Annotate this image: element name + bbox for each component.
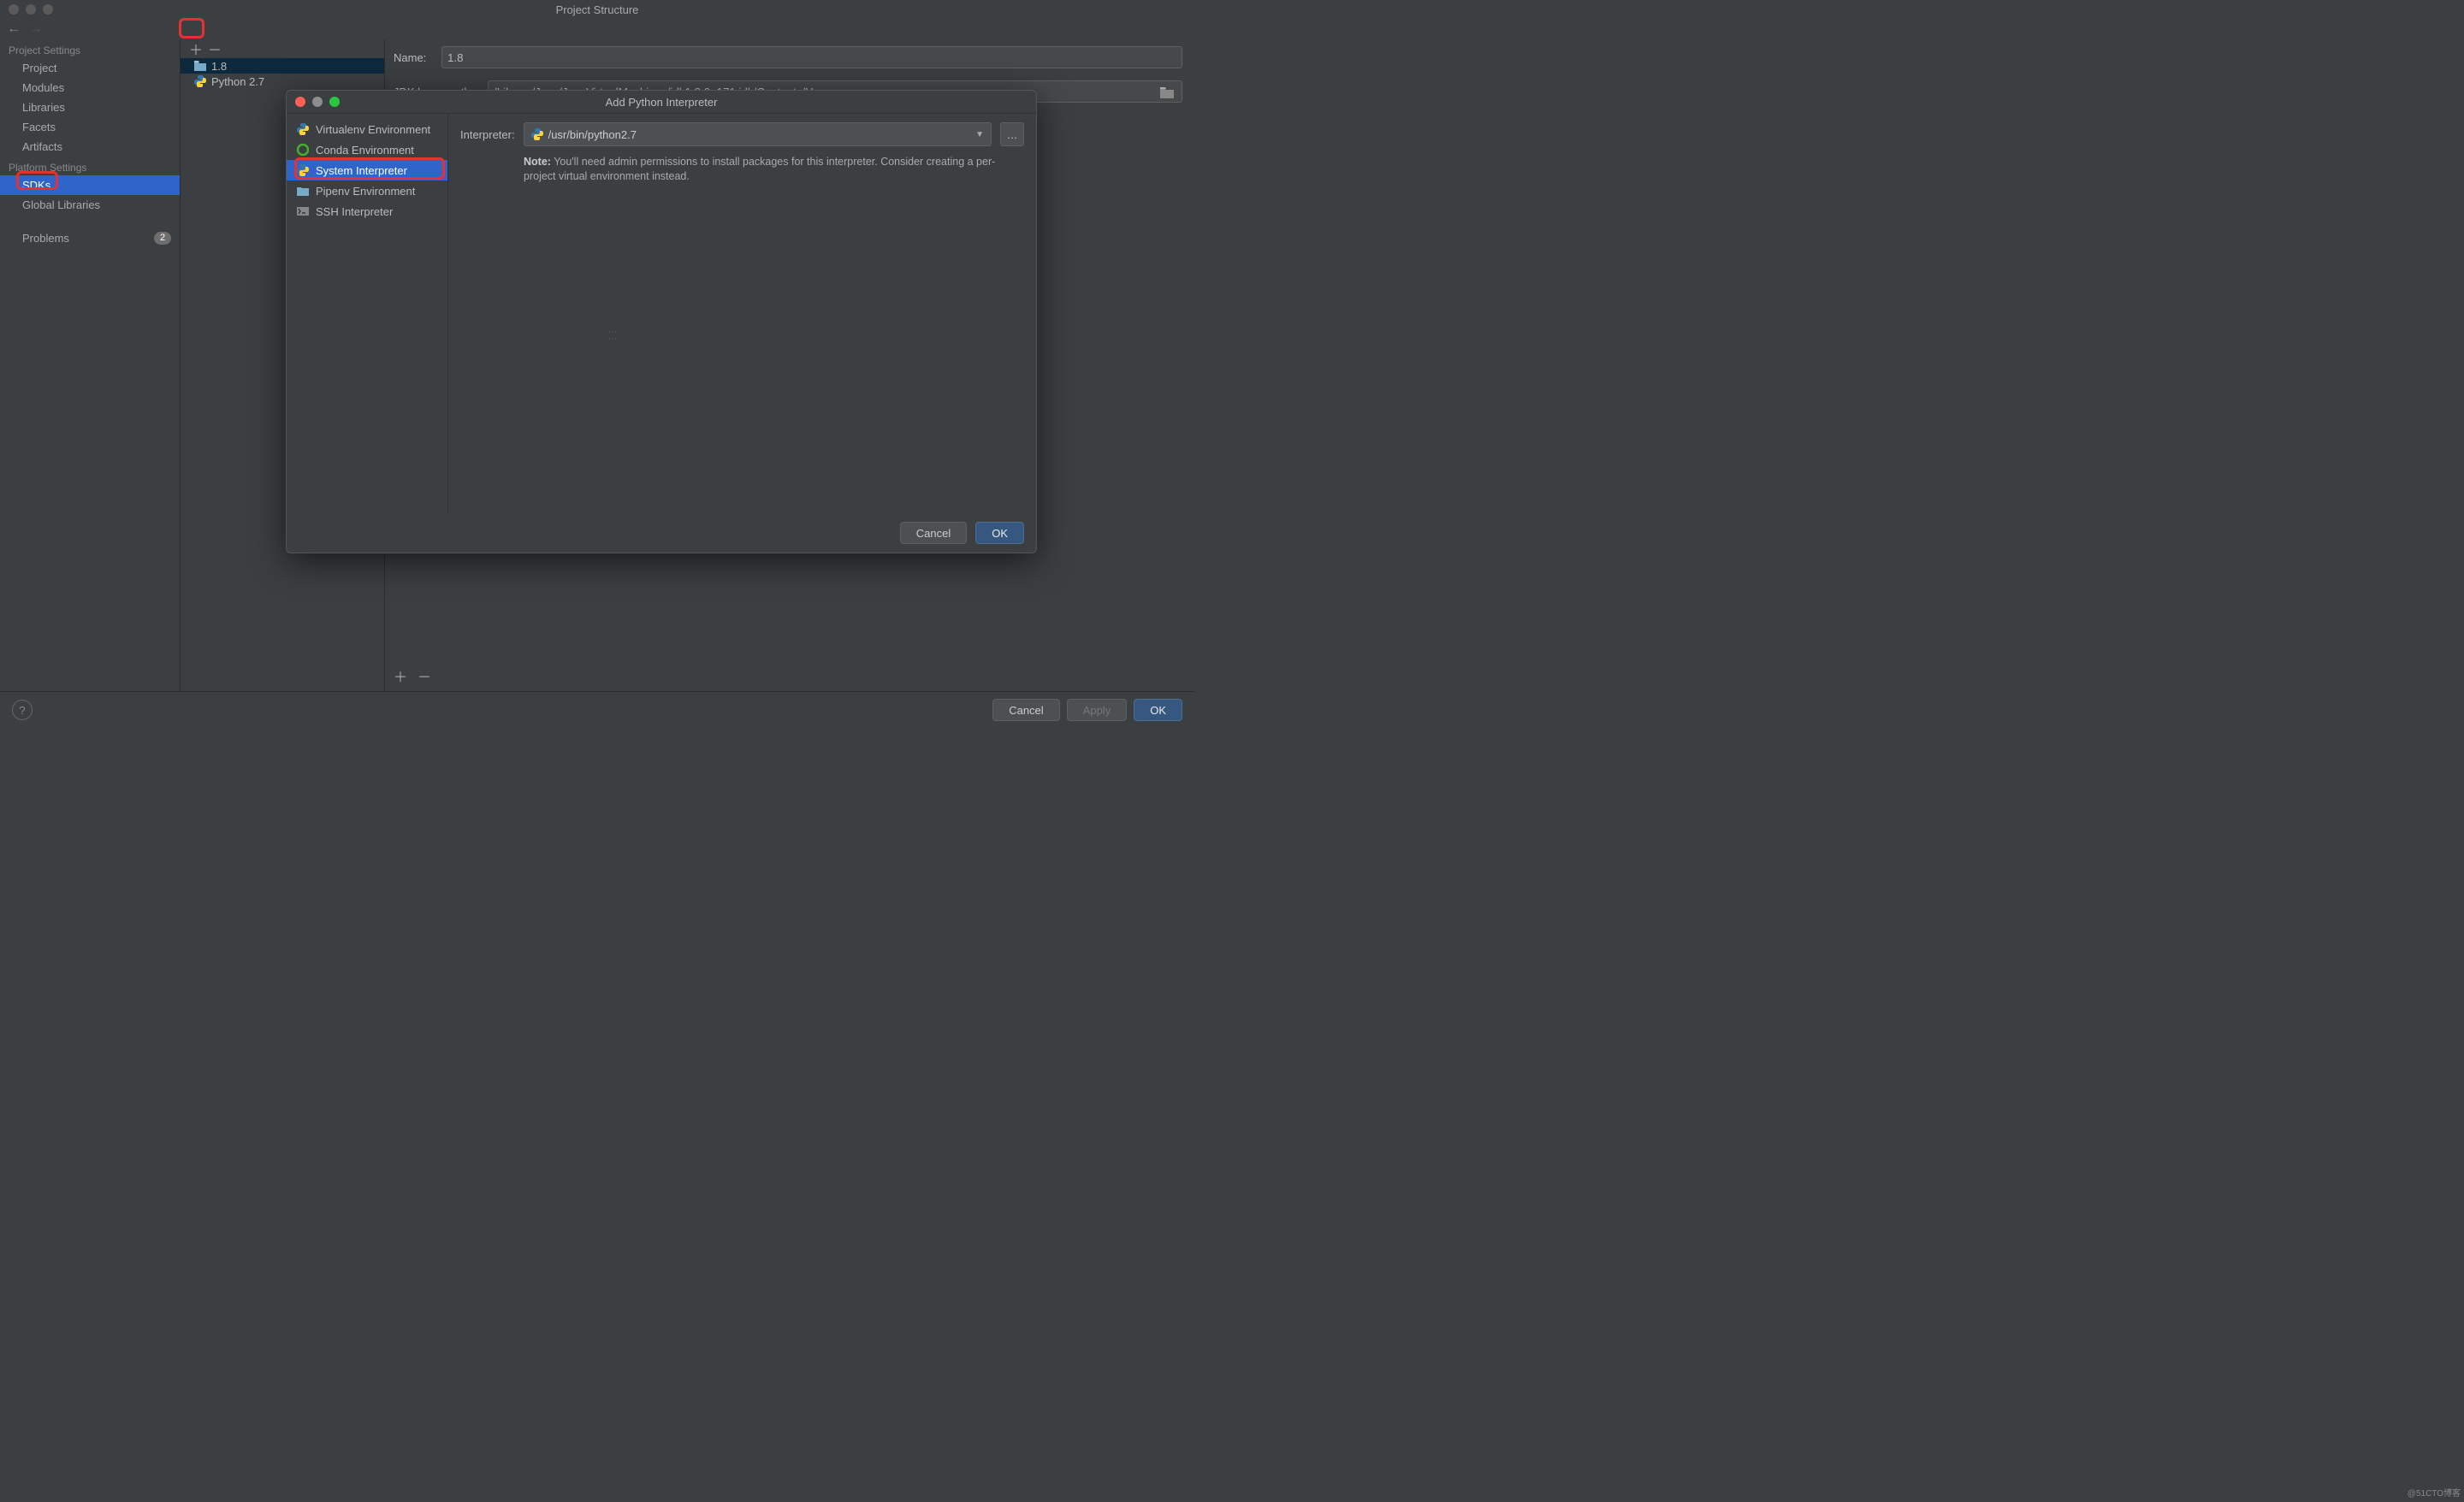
sdk-row-python27[interactable]: Python 2.7 (181, 74, 384, 89)
env-label: Virtualenv Environment (316, 123, 430, 136)
back-arrow-icon[interactable]: ← (7, 21, 21, 37)
modal-footer: Cancel OK (287, 513, 1036, 553)
nav-bar: ← → (0, 19, 1194, 39)
dialog-footer: ? Cancel Apply OK (0, 691, 1194, 728)
help-icon[interactable]: ? (12, 700, 33, 720)
sidebar-item-artifacts[interactable]: Artifacts (0, 137, 180, 157)
name-label: Name: (394, 51, 433, 64)
env-conda[interactable]: Conda Environment (287, 139, 447, 160)
interpreter-value: /usr/bin/python2.7 (548, 128, 637, 141)
window-titlebar: Project Structure (0, 0, 1194, 19)
name-row: Name: (394, 46, 1182, 68)
add-python-interpreter-dialog: Add Python Interpreter Virtualenv Enviro… (286, 90, 1037, 553)
platform-settings-heading: Platform Settings (0, 157, 180, 175)
sidebar-item-project[interactable]: Project (0, 58, 180, 78)
modal-ok-button[interactable]: OK (975, 522, 1024, 544)
watermark: @51CTO博客 (2408, 1486, 2461, 1499)
env-label: SSH Interpreter (316, 205, 393, 218)
problems-count-badge: 2 (154, 232, 171, 245)
interpreter-note: Note: You'll need admin permissions to i… (460, 155, 1024, 184)
cancel-button[interactable]: Cancel (992, 699, 1059, 721)
sidebar-item-facets[interactable]: Facets (0, 117, 180, 137)
sidebar-item-modules[interactable]: Modules (0, 78, 180, 98)
env-system[interactable]: System Interpreter (287, 160, 447, 180)
note-bold: Note: (524, 156, 551, 168)
note-text: You'll need admin permissions to install… (524, 156, 995, 182)
footer-buttons: Cancel Apply OK (992, 699, 1182, 721)
sdk-label: 1.8 (211, 60, 227, 73)
python-icon (297, 164, 309, 176)
sdk-label: Python 2.7 (211, 75, 264, 88)
content-bottom-tools: ＋ － (394, 665, 431, 686)
modal-body: Virtualenv Environment Conda Environment… (287, 114, 1036, 513)
browse-interpreter-button[interactable]: … (1000, 122, 1024, 146)
apply-button: Apply (1067, 699, 1128, 721)
content-add-icon[interactable]: ＋ (394, 665, 407, 686)
env-label: Conda Environment (316, 144, 414, 157)
sdk-list: 1.8 Python 2.7 (181, 58, 384, 89)
ok-button[interactable]: OK (1134, 699, 1182, 721)
sidebar-item-libraries[interactable]: Libraries (0, 98, 180, 117)
split-drag-handle-icon[interactable]: ⋮⋮ (607, 328, 617, 341)
env-ssh[interactable]: SSH Interpreter (287, 201, 447, 222)
ssh-icon (297, 205, 309, 217)
folder-icon (194, 60, 206, 72)
sdk-row-1-8[interactable]: 1.8 (181, 58, 384, 74)
modal-titlebar: Add Python Interpreter (287, 91, 1036, 114)
env-type-list: Virtualenv Environment Conda Environment… (287, 114, 448, 513)
name-input[interactable] (441, 46, 1182, 68)
env-label: System Interpreter (316, 164, 407, 177)
remove-sdk-icon[interactable]: － (208, 38, 222, 59)
content-remove-icon[interactable]: － (418, 665, 431, 686)
pipenv-icon (297, 185, 309, 197)
project-settings-heading: Project Settings (0, 39, 180, 58)
sidebar-item-sdks[interactable]: SDKs (0, 175, 180, 195)
sidebar-item-global-libraries[interactable]: Global Libraries (0, 195, 180, 215)
browse-folder-icon[interactable] (1158, 84, 1176, 101)
add-sdk-icon[interactable]: ＋ (189, 38, 203, 59)
window-title: Project Structure (0, 3, 1194, 16)
modal-title: Add Python Interpreter (287, 96, 1036, 109)
settings-sidebar: Project Settings Project Modules Librari… (0, 39, 181, 691)
conda-icon (297, 144, 309, 156)
forward-arrow-icon: → (29, 21, 43, 37)
problems-label: Problems (22, 232, 69, 245)
interpreter-label: Interpreter: (460, 128, 515, 141)
env-virtualenv[interactable]: Virtualenv Environment (287, 119, 447, 139)
modal-cancel-button[interactable]: Cancel (900, 522, 967, 544)
interpreter-combo[interactable]: /usr/bin/python2.7 ▼ (524, 122, 992, 146)
interpreter-row: Interpreter: /usr/bin/python2.7 ▼ … (460, 122, 1024, 146)
python-icon (531, 128, 543, 140)
python-icon (297, 123, 309, 135)
env-label: Pipenv Environment (316, 185, 415, 198)
python-icon (194, 75, 206, 87)
env-pipenv[interactable]: Pipenv Environment (287, 180, 447, 201)
sdk-list-toolbar: ＋ － (181, 39, 384, 58)
sidebar-item-problems[interactable]: Problems 2 (0, 228, 180, 248)
chevron-down-icon: ▼ (975, 130, 984, 139)
modal-main: Interpreter: /usr/bin/python2.7 ▼ … Note… (448, 114, 1036, 513)
